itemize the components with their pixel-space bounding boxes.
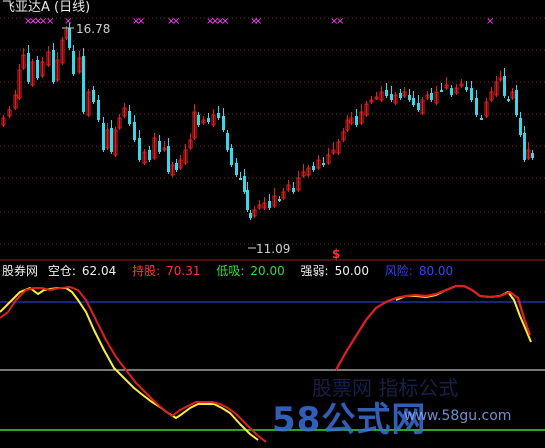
legend-strength: 强弱: 50.00 — [300, 264, 369, 278]
signal-cross-marker: × — [254, 16, 262, 27]
candle-body — [72, 51, 75, 74]
candle-body — [235, 163, 238, 175]
candle-body — [515, 90, 518, 115]
candle-body — [278, 199, 281, 201]
legend-empty-position: 空仓: 62.04 — [47, 264, 117, 278]
candle-body — [246, 190, 249, 210]
stock-chart-window: × × × × × × × × × × × × × × × × × × × $ 飞亚达A (日线) 16.78 11.… — [0, 0, 545, 448]
candle-body — [465, 87, 468, 90]
candle-body — [27, 53, 30, 82]
candle-body — [138, 138, 141, 160]
holding-line-right — [335, 284, 532, 371]
candle-body — [175, 163, 178, 170]
candle-body — [430, 93, 433, 100]
candle-body — [268, 201, 271, 208]
candle-body — [480, 118, 483, 120]
signal-cross-marker: × — [336, 16, 344, 27]
candle-body — [408, 95, 411, 100]
candle-body — [412, 98, 415, 105]
chart-title: 飞亚达A (日线) — [2, 0, 91, 15]
candle-body — [148, 150, 151, 160]
candle-body — [158, 141, 161, 152]
candle-body — [97, 100, 100, 120]
signal-cross-marker: × — [172, 16, 180, 27]
candle-body — [249, 213, 252, 218]
indicator-legend: 股券网 空仓: 62.04 持股: 70.31 低吸: 20.00 强弱: 50.00 … — [2, 264, 465, 278]
candle-body — [207, 118, 210, 122]
candle-body — [385, 90, 388, 96]
legend-low-buy: 低吸: 20.00 — [216, 264, 285, 278]
candle-body — [475, 98, 478, 115]
candle-body — [312, 166, 315, 170]
candle-body — [503, 76, 506, 96]
signal-cross-marker: × — [486, 16, 494, 27]
candle-body — [440, 90, 443, 92]
signal-cross-marker: × — [221, 16, 229, 27]
candle-body — [390, 94, 393, 100]
candle-body — [417, 103, 420, 110]
candle-body — [133, 122, 136, 140]
candle-body — [292, 188, 295, 192]
candle-body — [167, 146, 170, 172]
chart-canvas[interactable]: ××××× × ×× ×× ×××× ×× ×× ×$ — [0, 0, 545, 448]
candle-body — [399, 93, 402, 98]
candle-body — [519, 118, 522, 135]
holding-line — [0, 286, 267, 443]
candle-body — [230, 148, 233, 165]
watermark-url: www.58gu.com — [404, 408, 512, 424]
candle-body — [110, 128, 113, 152]
candle-body — [531, 153, 534, 158]
signal-cross-marker: × — [46, 16, 54, 27]
candle-body — [36, 60, 39, 78]
candle-body — [222, 116, 225, 130]
legend-holding: 持股: 70.31 — [132, 264, 201, 278]
low-price-label: 11.09 — [256, 242, 291, 256]
candle-body — [102, 123, 105, 150]
candle-body — [52, 50, 55, 82]
candle-body — [92, 90, 95, 102]
candle-body — [322, 163, 325, 165]
candle-body — [523, 133, 526, 160]
candle-body — [226, 133, 229, 150]
candle-body — [68, 28, 71, 48]
candle-body — [507, 99, 510, 101]
high-price-label: 16.78 — [76, 22, 111, 36]
candle-body — [470, 88, 473, 100]
candle-body — [355, 116, 358, 125]
signal-cross-marker: × — [64, 16, 72, 27]
candle-body — [128, 111, 131, 124]
candle-body — [239, 178, 242, 180]
candle-body — [82, 56, 85, 112]
signal-cross-marker: × — [137, 16, 145, 27]
candle-body — [197, 115, 200, 125]
legend-risk: 风险: 80.00 — [384, 264, 454, 278]
candle-body — [450, 88, 453, 95]
dollar-marker: $ — [332, 247, 340, 261]
indicator-name: 股券网 — [2, 264, 39, 278]
empty-position-line — [0, 287, 259, 441]
candle-body — [217, 113, 220, 118]
candle-body — [243, 176, 246, 192]
